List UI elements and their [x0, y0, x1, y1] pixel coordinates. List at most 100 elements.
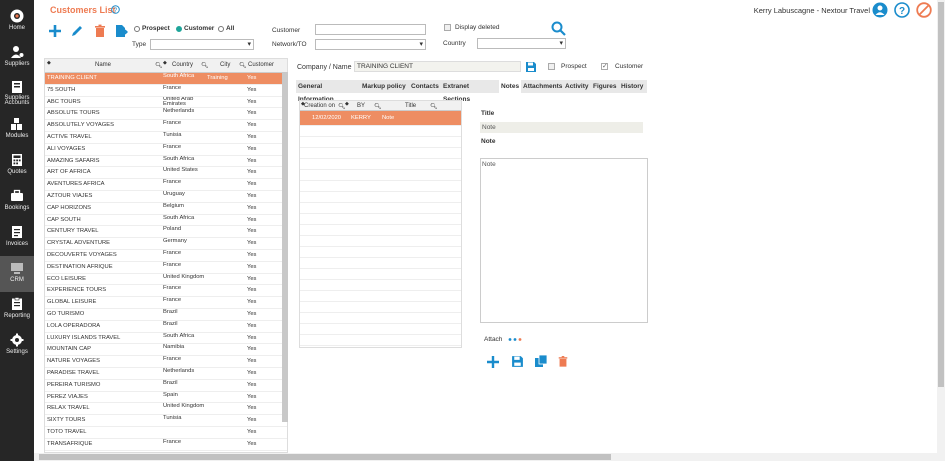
tab-markup-policy[interactable]: Markup policy [360, 80, 409, 93]
table-row[interactable]: PARADISE TRAVEL Netherlands Yes [45, 368, 287, 380]
column-title[interactable]: Title [405, 103, 416, 109]
detail-prospect-checkbox[interactable] [548, 63, 555, 70]
sidebar-item-settings[interactable]: Settings [0, 328, 34, 364]
tab-activity[interactable]: Activity [563, 80, 591, 93]
table-row[interactable]: ACTIVE TRAVEL Tunisia Yes [45, 132, 287, 144]
horizontal-scroll-thumb[interactable] [39, 454, 611, 460]
table-row[interactable]: PEREIRA TURISMO Brazil Yes [45, 380, 287, 392]
user-icon[interactable] [872, 2, 888, 18]
sidebar-item-invoices[interactable]: Invoices [0, 220, 34, 256]
sidebar-item-suppliers[interactable]: Suppliers [0, 40, 34, 76]
tab-extranet-sections[interactable]: Extranet Sections [441, 80, 499, 103]
note-textarea[interactable]: Note [480, 158, 648, 323]
table-row[interactable]: LOLA OPERADORA Brazil Yes [45, 321, 287, 333]
column-name-search-icon[interactable]: 🔍︎ [155, 62, 163, 69]
note-delete-icon[interactable] [557, 355, 569, 368]
table-row[interactable]: AVENTURES AFRICA France Yes [45, 179, 287, 191]
table-row[interactable]: ABC TOURS United Arab Emirates Yes [45, 97, 287, 109]
sidebar-item-home[interactable]: Home [0, 4, 34, 40]
sidebar-item-quotes[interactable]: Quotes [0, 148, 34, 184]
table-row[interactable]: TRANSAFRIQUE France Yes [45, 439, 287, 451]
prospect-radio[interactable] [134, 26, 140, 32]
network-select[interactable] [315, 39, 426, 50]
sort-icon[interactable]: ◆ [345, 101, 349, 107]
tab-history[interactable]: History [619, 80, 647, 93]
table-row[interactable]: DECOUVERTE VOYAGES France Yes [45, 250, 287, 262]
title-search-icon[interactable]: 🔍︎ [430, 103, 438, 110]
sort-icon[interactable]: ◆ [47, 60, 51, 66]
column-country[interactable]: Country [172, 62, 193, 68]
table-row[interactable]: 75 SOUTH France Yes [45, 85, 287, 97]
table-row[interactable]: ECO LEISURE United Kingdom Yes [45, 274, 287, 286]
column-creation-on[interactable]: Creation on [304, 103, 335, 109]
note-save-icon[interactable] [511, 355, 524, 368]
page-horizontal-scrollbar[interactable] [34, 453, 945, 461]
column-country-search-icon[interactable]: 🔍︎ [201, 62, 209, 69]
title-field[interactable]: Note [480, 122, 643, 133]
note-copy-icon[interactable] [534, 354, 548, 368]
table-row[interactable]: EXPERIENCE TOURS France Yes [45, 285, 287, 298]
table-row[interactable]: SIXTY TOURS Tunisia Yes [45, 415, 287, 427]
note-add-icon[interactable] [486, 355, 500, 369]
grid-scrollbar[interactable] [282, 72, 288, 422]
display-deleted-checkbox[interactable] [444, 24, 451, 31]
vertical-scroll-thumb[interactable] [938, 2, 944, 387]
type-select[interactable] [150, 39, 254, 50]
table-row[interactable]: CAP HORIZONS Belgium Yes [45, 203, 287, 215]
save-icon[interactable] [525, 61, 537, 73]
delete-icon[interactable] [93, 24, 107, 38]
company-name-field[interactable]: TRAINING CLIENT [354, 61, 521, 72]
detail-customer-checkbox[interactable]: ✓ [601, 63, 608, 70]
table-row[interactable]: RELAX TRAVEL United Kingdom Yes [45, 403, 287, 416]
table-row[interactable]: PEREZ VIAJES Spain Yes [45, 392, 287, 404]
table-row[interactable]: AMAZING SAFARIS South Africa Yes [45, 156, 287, 168]
sort-icon[interactable]: ◆ [163, 60, 167, 66]
table-row[interactable]: ART OF AFRICA United States Yes [45, 167, 287, 180]
sidebar-item-modules[interactable]: Modules [0, 112, 34, 148]
table-row[interactable]: AZTOUR VIAJES Uruguay Yes [45, 191, 287, 203]
column-name[interactable]: Name [95, 62, 111, 68]
table-row[interactable]: CENTURY TRAVEL Poland Yes [45, 226, 287, 239]
table-row[interactable]: ABSOLUTELY VOYAGES France Yes [45, 120, 287, 132]
table-row[interactable]: TRAINING CLIENT South Africa Training Yes [45, 73, 287, 85]
tab-figures[interactable]: Figures [591, 80, 619, 93]
all-radio[interactable] [218, 26, 224, 32]
table-row[interactable]: NATURE VOYAGES France Yes [45, 356, 287, 368]
logout-icon[interactable] [916, 2, 932, 18]
table-row[interactable]: CAP SOUTH South Africa Yes [45, 215, 287, 227]
table-row[interactable]: ABSOLUTE TOURS Netherlands Yes [45, 108, 287, 121]
tab-attachments[interactable]: Attachments [521, 80, 563, 93]
table-row[interactable]: DESTINATION AFRIQUE France Yes [45, 262, 287, 274]
tab-contacts[interactable]: Contacts [409, 80, 441, 93]
table-row[interactable]: TOTO TRAVEL Yes [45, 427, 287, 439]
add-icon[interactable] [48, 24, 62, 38]
help-small-icon[interactable]: ? [111, 5, 120, 14]
table-row[interactable]: GO TURISMO Brazil Yes [45, 309, 287, 321]
sidebar-item-bookings[interactable]: Bookings [0, 184, 34, 220]
tab-notes[interactable]: Notes [499, 80, 521, 93]
export-icon[interactable] [115, 24, 129, 38]
edit-icon[interactable] [70, 24, 84, 38]
note-row[interactable]: 12/02/2020 KERRY Note [300, 111, 461, 126]
search-icon[interactable] [551, 21, 566, 36]
table-row[interactable]: CRYSTAL ADVENTURE Germany Yes [45, 238, 287, 250]
table-row[interactable]: MOUNTAIN CAP Namibia Yes [45, 344, 287, 357]
customer-radio[interactable] [176, 26, 182, 32]
column-by[interactable]: BY [357, 103, 365, 109]
help-icon[interactable]: ? [894, 2, 910, 18]
sidebar-item-suppliers-accounts[interactable]: Suppliers Accounts [0, 76, 34, 112]
sidebar-item-reporting[interactable]: Reporting [0, 292, 34, 328]
country-select[interactable] [477, 38, 566, 49]
column-customer[interactable]: Customer [248, 62, 274, 68]
column-city-search-icon[interactable]: 🔍︎ [239, 62, 247, 69]
attach-dots-icon[interactable] [508, 337, 524, 342]
table-row[interactable]: GLOBAL LEISURE France Yes [45, 297, 287, 309]
page-vertical-scrollbar[interactable] [937, 0, 945, 453]
column-city[interactable]: City [220, 62, 230, 68]
customer-input[interactable] [315, 24, 426, 35]
table-row[interactable]: LUXURY ISLANDS TRAVEL South Africa Yes [45, 333, 287, 345]
table-row[interactable]: ALI VOYAGES France Yes [45, 144, 287, 156]
sidebar-item-crm[interactable]: CRM [0, 256, 34, 292]
by-search-icon[interactable]: 🔍︎ [374, 103, 382, 110]
tab-general-information[interactable]: General Information [296, 80, 360, 103]
